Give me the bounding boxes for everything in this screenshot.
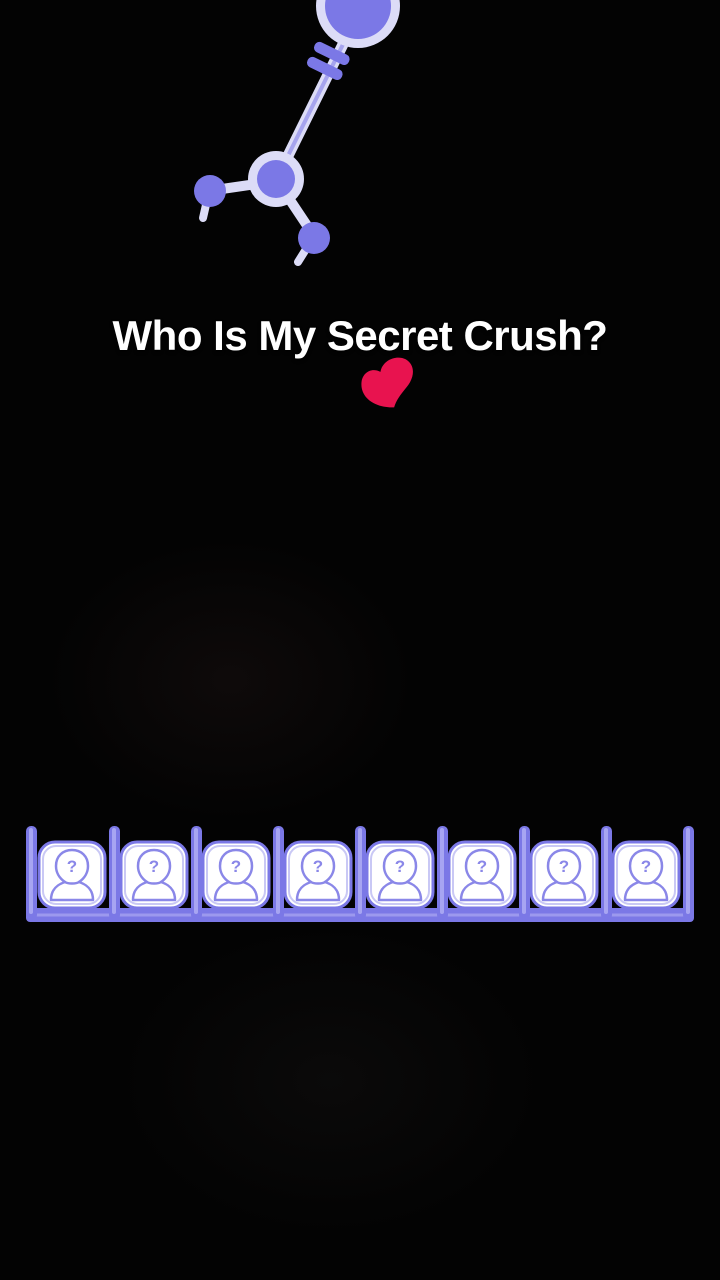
mystery-person-icon: ? (611, 840, 681, 910)
mystery-slot[interactable]: ? (37, 840, 107, 910)
mystery-slot-label: ? (67, 857, 77, 876)
mystery-slot-label: ? (395, 857, 405, 876)
mystery-slot[interactable]: ? (365, 840, 435, 910)
mystery-person-icon: ? (37, 840, 107, 910)
mystery-slot[interactable]: ? (447, 840, 517, 910)
mystery-slot[interactable]: ? (529, 840, 599, 910)
mystery-slot-label: ? (231, 857, 241, 876)
mystery-person-icon: ? (447, 840, 517, 910)
mystery-slot[interactable]: ? (283, 840, 353, 910)
mystery-slot[interactable]: ? (201, 840, 271, 910)
mystery-slot[interactable]: ? (611, 840, 681, 910)
prize-slots-rack: ???????? (22, 824, 698, 928)
mystery-person-icon: ? (365, 840, 435, 910)
mystery-slot[interactable]: ? (119, 840, 189, 910)
mystery-person-icon: ? (529, 840, 599, 910)
mystery-person-icon: ? (283, 840, 353, 910)
mystery-person-icon: ? (201, 840, 271, 910)
mystery-slot-label: ? (641, 857, 651, 876)
mystery-slot-label: ? (477, 857, 487, 876)
mystery-slot-label: ? (149, 857, 159, 876)
heart-icon (361, 357, 413, 408)
mystery-slot-label: ? (559, 857, 569, 876)
claw-icon (194, 0, 400, 266)
mystery-person-icon: ? (119, 840, 189, 910)
mystery-slot-label: ? (313, 857, 323, 876)
